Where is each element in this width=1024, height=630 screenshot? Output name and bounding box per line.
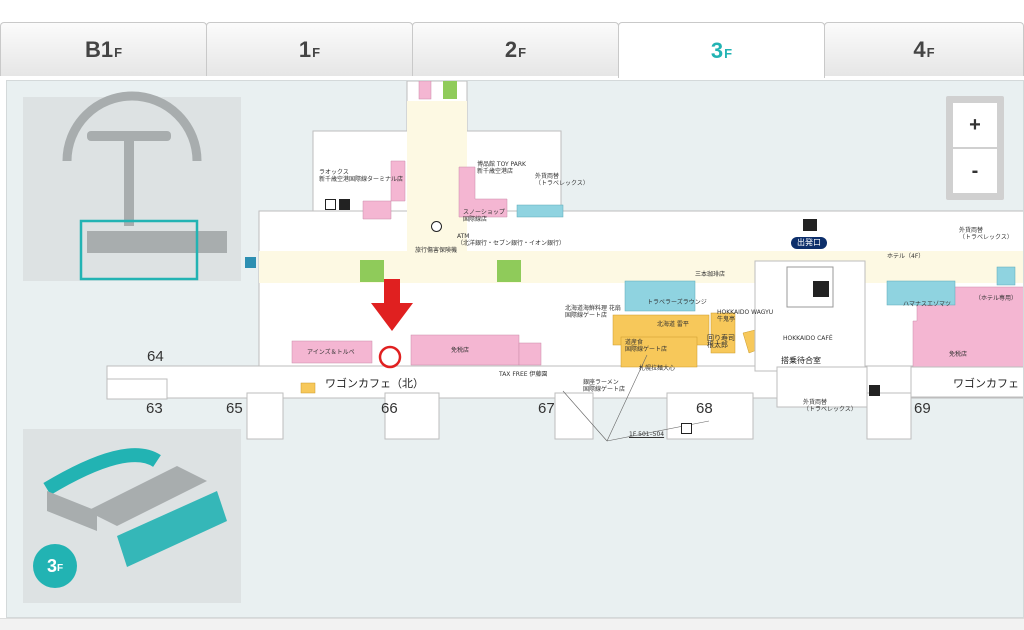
kagome-label: 道産食 国際線ゲート店 [625, 339, 668, 353]
escalator-icon [245, 257, 256, 268]
hotel-label: ホテル（4F） [887, 253, 925, 260]
gate-65: 65 [226, 400, 243, 417]
ramp-green-right [497, 260, 521, 282]
tax-free-label: TAX FREE 伊藤園 [499, 371, 548, 378]
tab-3f-suffix: F [724, 46, 733, 61]
bottom-bar [0, 618, 1024, 630]
free-shop-label: 免税店 [949, 351, 968, 358]
gate-64: 64 [147, 348, 164, 365]
floor-badge-number: 3 [46, 555, 57, 576]
terminal-structure [106, 81, 1023, 399]
snow-shop-label: スノーショップ 国際線店 [463, 209, 505, 223]
exchange-travelex-label: 外貨両替 （トラベレックス） [535, 173, 589, 187]
floor-badge-suffix: F [56, 563, 64, 574]
hokkaido-wagyu-label: HOKKAIDO WAGYU 牛鬼亭 [717, 309, 774, 323]
tab-1f[interactable]: 1F [206, 22, 413, 76]
tab-3f[interactable]: 3F [618, 22, 825, 78]
tab-b1f[interactable]: B1 F [0, 22, 207, 76]
sanmaru-label: 三本珈琲店 [695, 271, 726, 278]
zoom-out-button[interactable]: - [953, 149, 997, 193]
tab-4f[interactable]: 4F [824, 22, 1024, 76]
floor-badge: 3F [33, 544, 77, 588]
locker-icon [813, 281, 829, 297]
tab-b1f-suffix: F [114, 45, 123, 60]
hamanasu-label: ハマナス [903, 301, 928, 308]
duty-free-label: 免税店 [451, 347, 470, 354]
restroom-icon [325, 199, 336, 210]
waiting-room-label: 搭乗待合室 [781, 356, 821, 365]
ramen-label: 札幌拉麺大心 [639, 365, 676, 372]
info-icon [431, 221, 442, 232]
restroom-icon [681, 423, 692, 434]
ramp-green-north [443, 81, 457, 99]
atm-label: ATM （北洋銀行・セブン銀行・イオン銀行） [457, 233, 566, 247]
elevator-icon [869, 385, 880, 396]
gate-67: 67 [538, 400, 555, 417]
kitakaido-label: 北海道 雷平 [657, 321, 689, 328]
sauna-label: 銀座ラーメン 国際線ゲート店 [583, 379, 626, 393]
first-floor-label: 1F 501–504 [629, 431, 665, 438]
tab-2f[interactable]: 2F [412, 22, 619, 76]
travelers-lounge-label: トラベラーズラウンジ [647, 299, 707, 306]
hotel-rec-label: （ホテル専用） [975, 295, 1018, 302]
floor-tab-bar: B1 F 1F 2F 3F 4F [0, 22, 1024, 78]
tab-2f-label: 2 [504, 36, 518, 62]
ains-label: アインズ＆トルペ [307, 349, 355, 356]
departure-plane-icon [803, 219, 817, 231]
shop-rafox-label: ラオックス 新千歳空港国際線ターミナル店 [319, 169, 404, 183]
wagon-cafe-south-label: ワゴンカフェ（南 [953, 377, 1023, 390]
tab-4f-suffix: F [926, 45, 935, 60]
zoom-in-button[interactable]: + [953, 103, 997, 147]
departure-label-bg: 出発口 [791, 237, 827, 249]
tab-3f-label: 3 [710, 37, 724, 63]
tab-1f-suffix: F [312, 45, 321, 60]
minimap-top-group [23, 91, 241, 281]
departure-label: 出発口 [797, 238, 821, 247]
gate-66: 66 [381, 400, 398, 417]
sushi-label: 回り寿司 根太郎 [707, 334, 735, 349]
exchange-travelex-south-label: 外貨両替 （トラベレックス） [803, 399, 857, 413]
elevator-icon [339, 199, 350, 210]
gate-69: 69 [914, 400, 931, 417]
hokkaido-cafe-label: HOKKAIDO CAFÉ [783, 335, 833, 342]
tab-b1f-label: B1 [84, 36, 114, 62]
shop-toypark-label: 博品館 TOY PARK 新千歳空港店 [477, 161, 526, 175]
tab-4f-label: 4 [913, 36, 926, 62]
tab-2f-suffix: F [518, 45, 527, 60]
tab-1f-label: 1 [298, 36, 312, 62]
exchange-travelex-east-label: 外貨両替 （トラベレックス） [959, 227, 1013, 241]
gate-68: 68 [696, 400, 713, 417]
zoom-control: + - [946, 96, 1004, 200]
wagon-cafe-north-label: ワゴンカフェ（北） [325, 377, 424, 390]
travel-insurance-label: 旅行傷害保険機 [415, 247, 458, 254]
shinsen-label: 北海道海鮮料理 花扇 国際線ゲート店 [565, 305, 621, 319]
ramp-green-left [360, 260, 384, 282]
gate-63: 63 [146, 400, 163, 417]
ezomatsu-label: エゾマツ [927, 301, 952, 308]
